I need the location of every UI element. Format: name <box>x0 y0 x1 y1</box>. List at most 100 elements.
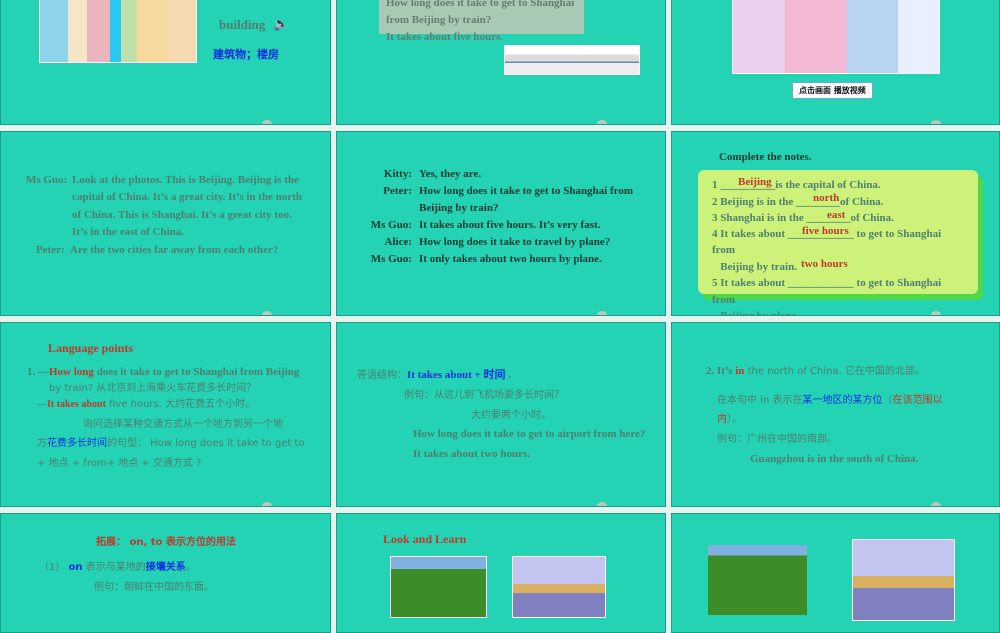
slide-thumbnail-9[interactable]: 2. It’s in the north of China. 它在中国的北部。 … <box>671 322 1000 507</box>
speaker-label: Kitty: <box>383 168 412 180</box>
vocab-word: building <box>219 17 266 32</box>
text-line: by train? 从北京到上海乘火车花费多长时间？ <box>49 383 257 394</box>
text-line: （1） on 表示与某地的接壤关系。 <box>39 559 196 576</box>
text-line: 方花费多长时间的句型： How long does it take to get… <box>37 435 305 452</box>
buildings-image <box>39 0 197 63</box>
text-line: 大约要两个小时。 <box>471 410 551 421</box>
note-line: from <box>712 294 736 306</box>
answer: Beijing <box>738 176 772 188</box>
speaker-label: Peter: <box>36 244 65 256</box>
text: the north of China. 它在中国的北部。 <box>744 366 925 377</box>
text-line: —It takes about five hours. 大约花费五个小时。 <box>37 396 255 413</box>
note-line: 5 It takes about ____________ to get to … <box>712 277 942 289</box>
text-line: It takes about five hours. <box>386 31 504 43</box>
text-line: 例句：从这儿到飞机场要多长时间？ <box>404 390 564 401</box>
text-line: from Beijing by train? <box>386 14 492 26</box>
speaker-label: Ms Guo: <box>370 219 412 231</box>
dialogue-line: Look at the photos. This is Beijing. Bei… <box>72 174 299 186</box>
highlight: 内 <box>717 414 727 425</box>
cartoon-image <box>732 0 940 74</box>
section-title: 拓展： on, to 表示方位的用法 <box>96 537 236 548</box>
section-title: Language points <box>48 341 134 355</box>
text-line: 例句：朝鲜在中国的东面。 <box>94 582 214 593</box>
text: 。 <box>185 562 196 573</box>
answer: north <box>813 192 840 204</box>
text: 在本句中 in 表示在 <box>717 395 803 406</box>
tower-bridge-image <box>512 556 606 618</box>
notes-title: Complete the notes. <box>719 151 812 163</box>
slide-thumbnail-6[interactable]: Complete the notes. 1 __________is the c… <box>671 131 1000 316</box>
speaker-label: Peter: <box>383 185 412 197</box>
slide-thumbnail-3[interactable]: 点击画面 播放视频 <box>671 0 1000 125</box>
highlight: How long <box>49 366 94 378</box>
slide-marker <box>597 311 607 315</box>
text: 方 <box>37 438 47 449</box>
text: 1. — <box>27 366 49 378</box>
answer: five hours <box>802 225 849 237</box>
vocab-meaning: 建筑物；楼房 <box>213 48 279 61</box>
dialogue-line: It only takes about two hours by plane. <box>419 253 602 265</box>
slide-marker <box>931 120 941 124</box>
text-line: 内）。 <box>717 411 742 428</box>
text: 答语结构： <box>357 370 407 381</box>
text-line: 询问选择某种交通方式从一个地方到另一个地 <box>83 419 283 430</box>
speaker-label: Alice: <box>384 236 412 248</box>
great-wall-image <box>708 545 807 615</box>
slide-marker <box>262 311 272 315</box>
train-image <box>504 45 640 75</box>
text-line: How long does it take to get to Shanghai <box>386 0 575 9</box>
section-title: Look and Learn <box>383 532 467 546</box>
answer: east <box>827 209 846 221</box>
slide-marker <box>262 502 272 506</box>
slide-marker <box>262 120 272 124</box>
highlight: It takes about + 时间 <box>407 369 506 381</box>
text-line: 2. It’s in the north of China. 它在中国的北部。 <box>706 363 925 380</box>
text: . <box>505 369 512 381</box>
text-line: 在本句中 in 表示在某一地区的某方位（在该范围以 <box>717 392 942 409</box>
play-video-button[interactable]: 点击画面 播放视频 <box>792 82 873 99</box>
slide-thumbnail-12[interactable] <box>671 513 1000 633</box>
text: 的句型： How long does it take to get to <box>107 438 305 449</box>
dialogue-line: It takes about five hours. It’s very fas… <box>419 219 601 231</box>
slide-marker <box>597 502 607 506</box>
highlight: 接壤关系 <box>145 562 186 573</box>
text: does it take to get to Shanghai from Bei… <box>93 366 300 378</box>
dialogue-line: How long does it take to travel by plane… <box>419 236 611 248</box>
highlight: on <box>68 562 83 573</box>
answer: two hours <box>801 258 848 270</box>
slide-thumbnail-10[interactable]: 拓展： on, to 表示方位的用法 （1） on 表示与某地的接壤关系。 例句… <box>0 513 331 633</box>
text: five hours. 大约花费五个小时。 <box>105 399 256 410</box>
text-line: How long does it take to get to airport … <box>413 428 646 440</box>
dialogue-line: Yes, they are. <box>419 168 482 180</box>
note-line: Beijing by plane. <box>712 310 800 316</box>
slide-thumbnail-1[interactable]: building 🔈 建筑物；楼房 <box>0 0 331 125</box>
dialogue: Kitty: Yes, they are. Peter: How long does… <box>337 166 657 268</box>
text: — <box>37 399 47 410</box>
slide-marker <box>931 502 941 506</box>
slide-thumbnail-5[interactable]: Kitty: Yes, they are. Peter: How long does… <box>336 131 666 316</box>
slide-thumbnail-7[interactable]: Language points 1. —How long does it tak… <box>0 322 331 507</box>
great-wall-image <box>390 556 487 618</box>
slide-thumbnail-2[interactable]: How long does it take to get to Shanghai… <box>336 0 666 125</box>
note-line: 2 Beijing is in the ________of China. <box>712 196 884 208</box>
text: 2. It’s <box>706 365 736 377</box>
speaker-label: Ms Guo: <box>370 253 412 265</box>
dialogue-line: of China. This is Shanghai. It’s a great… <box>72 209 292 221</box>
highlight: 在该范围以 <box>892 395 943 406</box>
text-line: 1. —How long does it take to get to Shan… <box>27 364 299 381</box>
text: ）。 <box>727 414 742 425</box>
highlight: 花费多长时间 <box>47 438 107 449</box>
dialogue-line: Are the two cities far away from each ot… <box>70 244 279 256</box>
highlight: It takes about <box>47 399 106 410</box>
slide-thumbnail-8[interactable]: 答语结构：It takes about + 时间 . 例句：从这儿到飞机场要多长… <box>336 322 666 507</box>
dialogue-line: It’s in the east of China. <box>72 226 185 238</box>
speaker-label: Ms Guo: <box>26 174 68 186</box>
highlight: 某一地区的某方位 <box>802 395 883 406</box>
note-line: from <box>712 244 736 256</box>
text-line: 答语结构：It takes about + 时间 . <box>357 367 511 384</box>
speaker-icon[interactable]: 🔈 <box>273 15 289 32</box>
slide-thumbnail-11[interactable]: Look and Learn <box>336 513 666 633</box>
note-line: Beijing by train. <box>712 261 797 273</box>
text: （1） <box>39 562 69 573</box>
slide-thumbnail-4[interactable]: Ms Guo: Look at the photos. This is Beij… <box>0 131 331 316</box>
